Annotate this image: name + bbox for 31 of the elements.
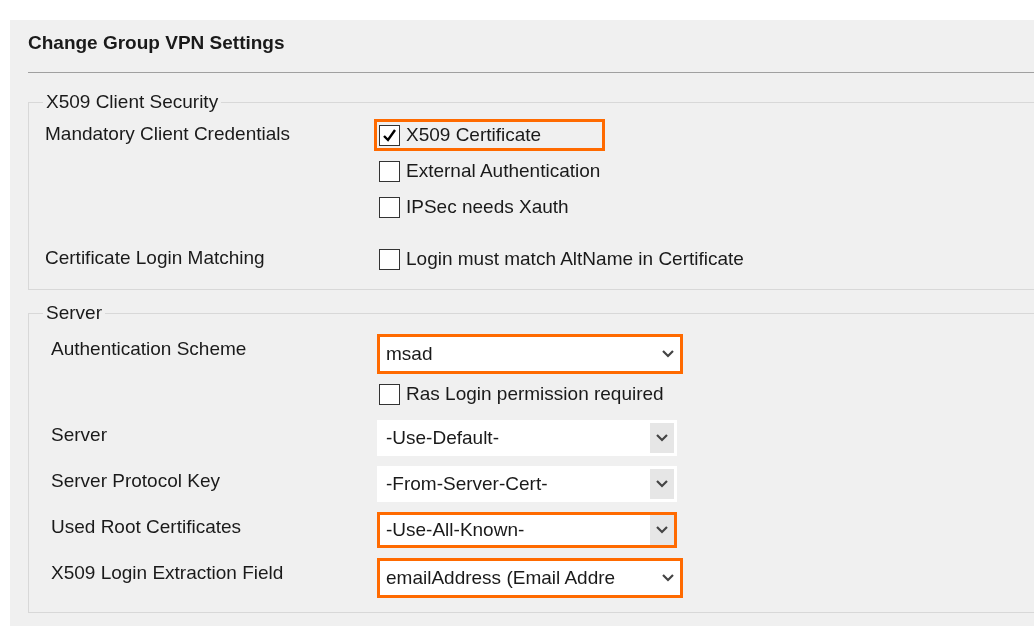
checkbox[interactable] xyxy=(379,248,400,270)
dropdown[interactable]: -Use-Default- xyxy=(377,420,677,456)
checkbox-option[interactable]: X509 Certificate xyxy=(374,119,606,151)
checkbox[interactable] xyxy=(379,196,400,218)
field-label: Certificate Login Matching xyxy=(45,246,266,269)
dropdown[interactable]: -Use-All-Known- xyxy=(377,512,677,548)
dropdown[interactable]: -From-Server-Cert- xyxy=(377,466,677,502)
checkmark-icon xyxy=(382,127,397,143)
chevron-down-icon xyxy=(655,525,669,535)
field-label: Mandatory Client Credentials xyxy=(45,122,291,145)
chevron-down-icon xyxy=(661,573,675,583)
checkbox-option[interactable]: IPSec needs Xauth xyxy=(374,191,606,223)
checkbox-option[interactable]: Login must match AltName in Certificate xyxy=(374,243,749,275)
chevron-down-icon xyxy=(655,433,669,443)
dropdown[interactable]: msad xyxy=(377,334,683,374)
checkbox[interactable] xyxy=(379,124,400,146)
checkbox-option[interactable]: Ras Login permission required xyxy=(374,378,683,410)
dialog-title: Change Group VPN Settings xyxy=(28,32,285,54)
checkbox-option[interactable]: External Authentication xyxy=(374,155,606,187)
field-label: Server xyxy=(50,423,108,446)
chevron-down-icon xyxy=(661,349,675,359)
dropdown[interactable]: emailAddress (Email Addre xyxy=(377,558,683,598)
group-legend: Server xyxy=(43,302,105,324)
checkbox[interactable] xyxy=(379,383,400,405)
chevron-down-icon xyxy=(655,479,669,489)
checkbox[interactable] xyxy=(379,160,400,182)
field-label: Used Root Certificates xyxy=(50,515,243,538)
field-label: Authentication Scheme xyxy=(50,337,248,360)
field-label: Server Protocol Key xyxy=(50,469,221,492)
field-label: X509 Login Extraction Field xyxy=(50,561,285,584)
group-legend: X509 Client Security xyxy=(43,91,222,113)
